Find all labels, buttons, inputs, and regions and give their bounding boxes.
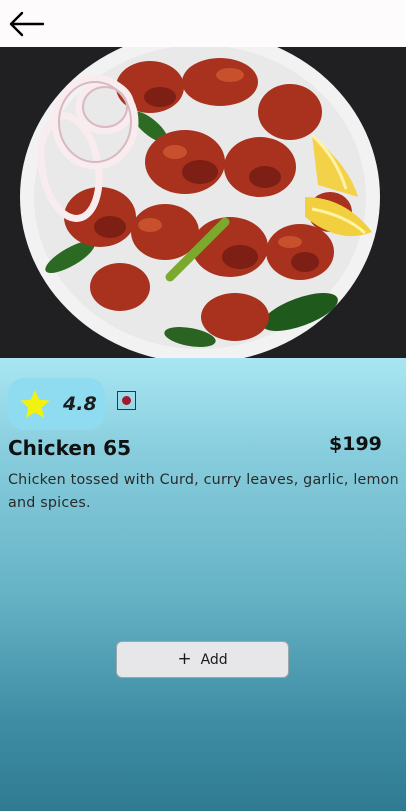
- item-details-panel: 4.8 Chicken 65 $199 Chicken tossed with …: [0, 358, 406, 811]
- back-button[interactable]: [4, 6, 48, 42]
- add-button[interactable]: + Add: [116, 641, 289, 678]
- star-icon: [20, 390, 50, 418]
- dish-image: [0, 47, 406, 358]
- item-price: $199: [329, 433, 382, 455]
- plus-icon: +: [177, 649, 192, 669]
- arrow-left-icon: [9, 11, 45, 37]
- rating-value: 4.8: [63, 393, 97, 415]
- non-veg-dot: [122, 396, 131, 405]
- chicken-65-dish-photo: [0, 47, 406, 358]
- non-veg-indicator-icon: [117, 391, 136, 410]
- rating-badge: 4.8: [8, 378, 105, 430]
- item-description: Chicken tossed with Curd, curry leaves, …: [8, 472, 399, 511]
- top-bar: [0, 0, 406, 47]
- item-name: Chicken 65: [8, 436, 131, 460]
- add-button-label: Add: [200, 651, 228, 668]
